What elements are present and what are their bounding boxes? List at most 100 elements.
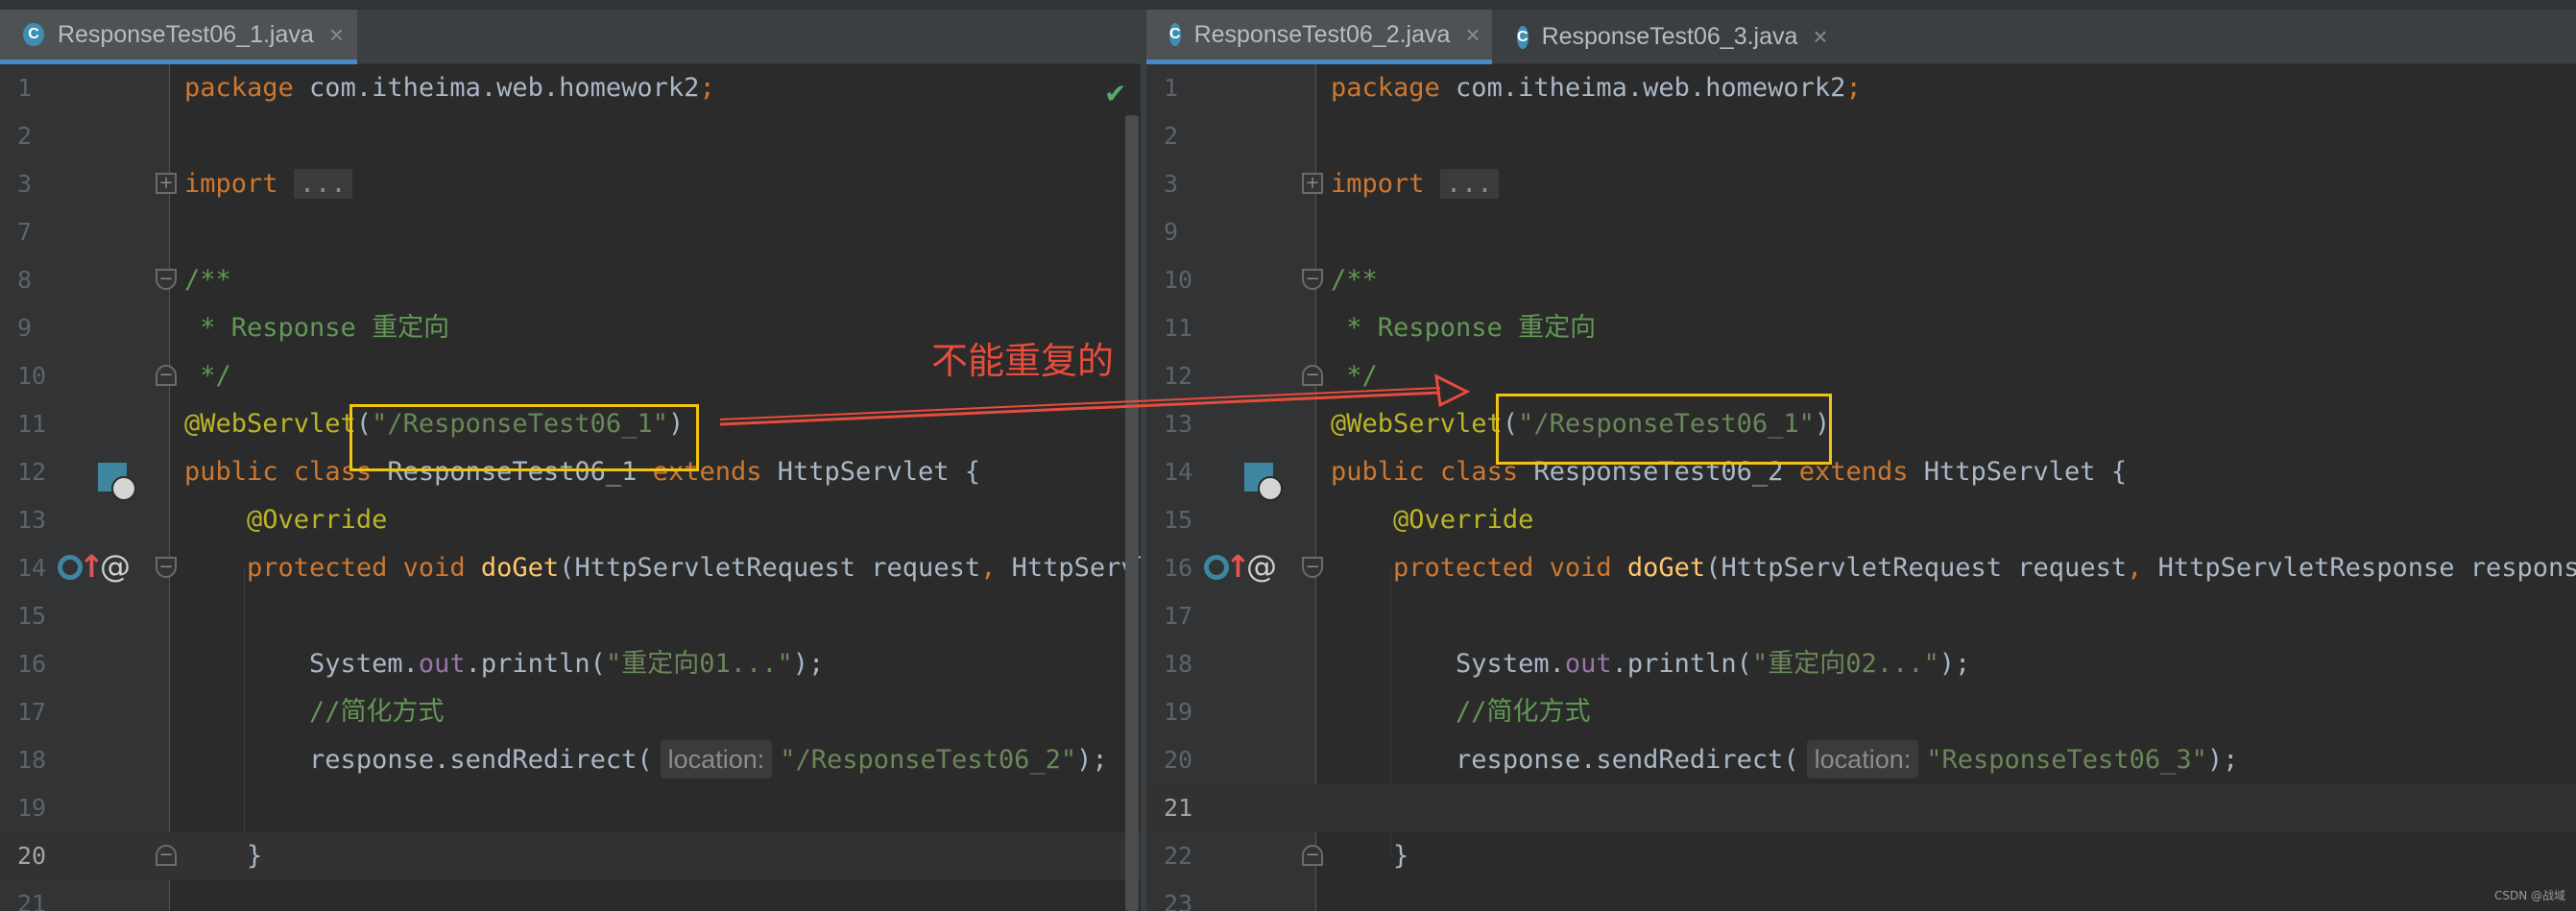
line-number: 11 [17, 410, 47, 438]
tab-label: ResponseTest06_1.java [57, 20, 314, 48]
fold-collapse-icon[interactable]: − [1302, 269, 1323, 290]
tab-label: ResponseTest06_2.java [1193, 20, 1451, 48]
tab-responsetest06-2[interactable]: C ResponseTest06_2.java × [1146, 10, 1492, 64]
fold-end-icon[interactable]: − [1302, 365, 1323, 386]
fold-collapse-icon[interactable]: − [156, 557, 177, 578]
line-number: 21 [17, 890, 47, 911]
method-call: response.sendRedirect( [1456, 745, 1799, 775]
line-number: 14 [17, 554, 47, 582]
web-servlet-gutter-icon[interactable] [1244, 463, 1283, 501]
line-number: 14 [1164, 458, 1193, 486]
close-tab-icon[interactable]: × [1813, 22, 1827, 52]
fold-collapse-icon[interactable]: − [156, 269, 177, 290]
fold-end-icon[interactable]: − [1302, 845, 1323, 866]
comment-text: //简化方式 [1456, 697, 1591, 727]
code-line: 18 response.sendRedirect(location: "/Resp… [0, 736, 1141, 784]
superclass: HttpServlet { [761, 457, 981, 487]
at-annotation-icon[interactable]: @ [1246, 548, 1277, 585]
at-annotation-icon[interactable]: @ [100, 548, 131, 585]
highlight-box [349, 404, 699, 471]
line-number: 10 [17, 362, 47, 390]
code-line: 17 //简化方式 [0, 688, 1141, 736]
window-title-strip [0, 0, 2576, 10]
doc-comment: * Response 重定向 [1331, 313, 1597, 343]
code-line: 12 */ [1146, 352, 2576, 400]
method-name: doGet [480, 553, 560, 583]
string-literal: "重定向02..." [1751, 649, 1939, 679]
code-line: 15 [0, 592, 1141, 640]
code-line: 9 * Response 重定向 [0, 304, 1141, 352]
code-text: } [184, 832, 262, 880]
fold-expand-icon[interactable]: + [1302, 173, 1323, 194]
keyword: public [1331, 457, 1425, 487]
fold-end-icon[interactable]: − [156, 845, 177, 866]
line-number: 15 [1164, 506, 1193, 534]
package-name: com.itheima.web.homework2 [293, 73, 700, 103]
highlight-box [1496, 394, 1832, 465]
tab-bar-right: C ResponseTest06_2.java × C ResponseTest… [1146, 10, 2576, 64]
line-number: 13 [1164, 410, 1193, 438]
annotation: @WebServlet [184, 409, 356, 439]
line-number: 20 [1164, 746, 1193, 774]
code-line: 19 //简化方式 [1146, 688, 2576, 736]
code-text: package com.itheima.web.homework2; [184, 64, 715, 112]
close-tab-icon[interactable]: × [1465, 20, 1480, 50]
line-number: 22 [1164, 842, 1193, 870]
code-text: import ... [1331, 160, 1499, 208]
tab-responsetest06-3[interactable]: C ResponseTest06_3.java × [1494, 10, 1840, 64]
code-text: response.sendRedirect(location: "/Respons… [184, 736, 1108, 784]
stmt-end: ); [1076, 745, 1108, 775]
comma: , [2127, 553, 2143, 583]
code-line: 14 public class ResponseTest06_2 extends… [1146, 448, 2576, 496]
line-number: 19 [17, 794, 47, 822]
code-line: 2 [0, 112, 1141, 160]
doc-comment: */ [184, 361, 231, 391]
folded-imports[interactable]: ... [293, 169, 352, 199]
code-line: 21 [0, 880, 1141, 911]
code-line: 7 [0, 208, 1141, 256]
line-number: 9 [17, 314, 33, 342]
comma: , [980, 553, 997, 583]
keyword: package [1331, 73, 1440, 103]
line-number: 7 [17, 218, 33, 246]
java-class-icon: C [23, 23, 44, 46]
line-number: 18 [1164, 650, 1193, 678]
superclass: HttpServlet { [1908, 457, 2128, 487]
line-comment: //简化方式 [184, 688, 445, 736]
close-brace: } [247, 841, 263, 871]
editor-pane-right: C ResponseTest06_2.java × C ResponseTest… [1146, 10, 2576, 911]
web-servlet-gutter-icon[interactable] [98, 463, 136, 501]
fold-end-icon[interactable]: − [156, 365, 177, 386]
fold-expand-icon[interactable]: + [156, 173, 177, 194]
doc-comment: /** [184, 265, 231, 295]
code-line: 10 /** [1146, 256, 2576, 304]
system-ref: System. [1456, 649, 1565, 679]
java-class-icon: C [1517, 25, 1529, 49]
params: (HttpServletRequest request [1705, 553, 2128, 583]
close-tab-icon[interactable]: × [329, 20, 344, 50]
string-literal: "重定向01..." [605, 649, 793, 679]
line-number: 16 [1164, 554, 1193, 582]
code-text: import ... [184, 160, 352, 208]
line-number: 12 [17, 458, 47, 486]
vertical-scrollbar[interactable] [1125, 115, 1139, 911]
line-number: 15 [17, 602, 47, 630]
keyword: public [184, 457, 278, 487]
tab-responsetest06-1[interactable]: C ResponseTest06_1.java × [0, 10, 357, 64]
folded-imports[interactable]: ... [1439, 169, 1499, 199]
fold-collapse-icon[interactable]: − [1302, 557, 1323, 578]
package-name: com.itheima.web.homework2 [1439, 73, 1846, 103]
parameter-hint: location: [660, 740, 773, 779]
code-text: @Override [184, 496, 387, 544]
line-number: 17 [1164, 602, 1193, 630]
code-editor-left[interactable]: ✔ 1 package com.itheima.web.homework2; 2… [0, 64, 1141, 911]
system-ref: System. [309, 649, 419, 679]
line-number: 3 [1164, 170, 1179, 198]
code-line: 13 @WebServlet("/ResponseTest06_1") [1146, 400, 2576, 448]
code-text: protected void doGet(HttpServletRequest … [184, 544, 1141, 592]
code-editor-right[interactable]: 1 package com.itheima.web.homework2; 2 3… [1146, 64, 2576, 911]
code-line: 16 System.out.println("重定向01..."); [0, 640, 1141, 688]
line-number: 11 [1164, 314, 1193, 342]
code-line: 9 [1146, 208, 2576, 256]
code-line: 11 * Response 重定向 [1146, 304, 2576, 352]
